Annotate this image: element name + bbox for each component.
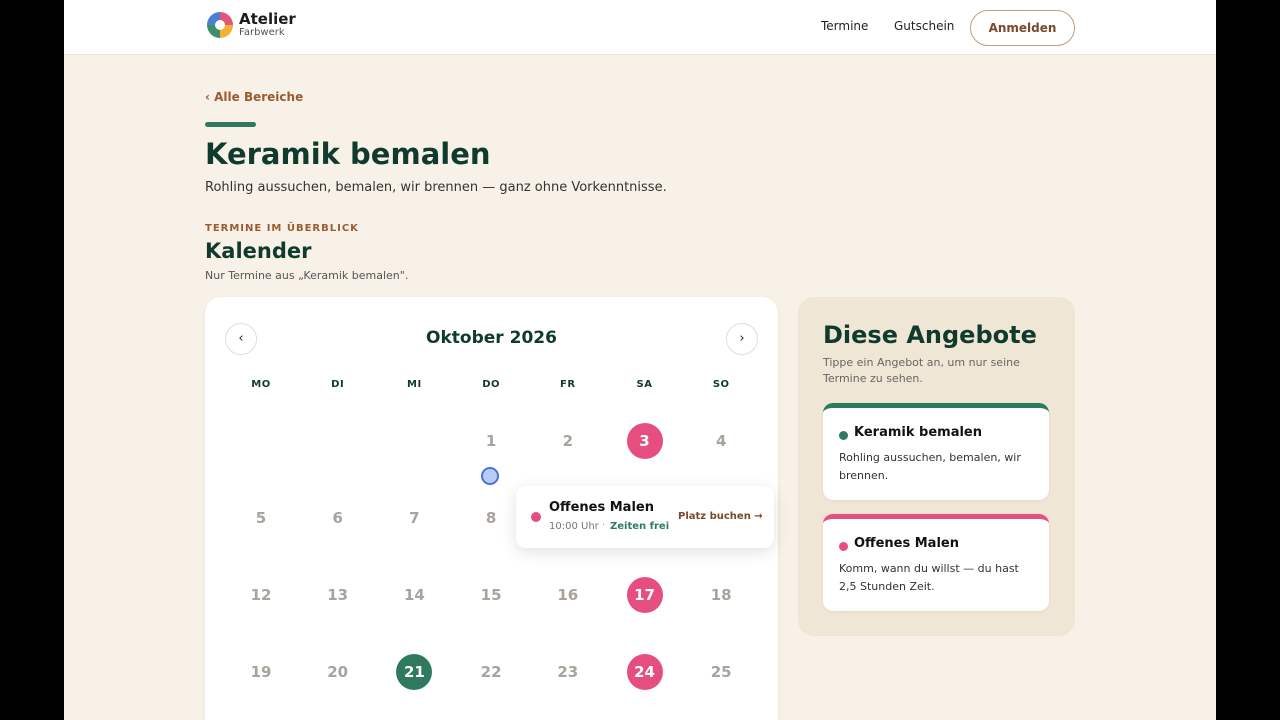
weekday-header: SO <box>712 379 730 390</box>
calendar-day: 13 <box>327 586 349 604</box>
weekday-header: SA <box>636 379 653 390</box>
calendar-day: 19 <box>250 663 272 681</box>
page: Atelier Farbwerk Termine Gutschein Anmel… <box>64 0 1216 720</box>
calendar-day: 6 <box>332 509 343 527</box>
calendar-day: 12 <box>250 586 272 604</box>
page-title: Keramik bemalen <box>205 137 491 171</box>
calendar-day-event[interactable]: 3 <box>626 423 663 459</box>
nav-gutschein-link[interactable]: Gutschein <box>894 19 954 33</box>
calendar-month-label: Oktober 2026 <box>426 328 557 348</box>
weekday-header: FR <box>560 379 576 390</box>
section-note: Nur Termine aus „Keramik bemalen". <box>205 269 409 282</box>
next-month-button[interactable]: › <box>726 323 758 355</box>
offer-color-dot <box>839 542 848 551</box>
calendar-day: 4 <box>715 432 727 450</box>
chevron-right-icon: › <box>739 331 745 346</box>
offers-panel: Diese Angebote Tippe ein Angebot an, um … <box>798 297 1075 636</box>
calendar-day-event[interactable]: 17 <box>626 577 663 613</box>
calendar-day: 5 <box>255 509 267 527</box>
section-eyebrow: TERMINE IM ÜBERBLICK <box>205 223 359 234</box>
calendar-day: 15 <box>480 586 502 604</box>
event-color-dot <box>531 512 541 522</box>
event-title: Offenes Malen <box>549 500 654 515</box>
page-lead: Rohling aussuchen, bemalen, wir brennen … <box>205 180 667 195</box>
weekday-header: DI <box>331 379 345 390</box>
title-accent-bar <box>205 122 256 127</box>
calendar-day: 23 <box>557 663 579 681</box>
event-time: 10:00 Uhr <box>549 521 599 532</box>
calendar-day-event[interactable]: 21 <box>396 654 433 690</box>
offer-name: Offenes Malen <box>854 536 959 551</box>
event-popup[interactable]: Offenes Malen 10:00 Uhr · Zeiten frei Pl… <box>516 486 774 548</box>
selected-day-indicator[interactable] <box>481 467 499 485</box>
calendar-day: 8 <box>485 509 497 527</box>
calendar-day: 25 <box>710 663 732 681</box>
calendar-day: 22 <box>480 663 502 681</box>
offer-description: Komm, wann du willst — du hast 2,5 Stund… <box>839 562 1019 593</box>
section-heading: Kalender <box>205 239 312 263</box>
weekday-header: MI <box>407 379 422 390</box>
calendar-day: 2 <box>562 432 574 450</box>
calendar-day: 1 <box>485 432 497 450</box>
book-spot-link[interactable]: Platz buchen → <box>678 511 763 522</box>
color-wheel-icon <box>207 12 233 38</box>
calendar-day: 18 <box>710 586 732 604</box>
brand-text: Atelier Farbwerk <box>239 12 296 38</box>
weekday-header: MO <box>251 379 271 390</box>
offers-title: Diese Angebote <box>823 321 1037 349</box>
offer-card-keramik[interactable]: Keramik bemalen Rohling aussuchen, bemal… <box>823 403 1049 500</box>
offer-card-offenes-malen[interactable]: Offenes Malen Komm, wann du willst — du … <box>823 514 1049 611</box>
calendar-day: 20 <box>327 663 349 681</box>
weekday-header: DO <box>482 379 500 390</box>
brand-title: Atelier <box>239 10 296 28</box>
back-to-all-areas-link[interactable]: ‹ Alle Bereiche <box>205 90 303 104</box>
calendar-day: 16 <box>557 586 579 604</box>
offer-color-dot <box>839 431 848 440</box>
offer-name: Keramik bemalen <box>854 425 982 440</box>
calendar-day-event[interactable]: 24 <box>626 654 663 690</box>
offers-subtitle: Tippe ein Angebot an, um nur seine Termi… <box>823 356 1020 385</box>
calendar-day: 7 <box>409 509 420 527</box>
brand-logo[interactable]: Atelier Farbwerk <box>207 12 296 38</box>
event-separator: · <box>602 520 606 531</box>
event-availability: Zeiten frei <box>610 521 670 532</box>
login-button[interactable]: Anmelden <box>970 10 1075 46</box>
brand-subtitle: Farbwerk <box>239 27 285 38</box>
offer-description: Rohling aussuchen, bemalen, wir brennen. <box>839 451 1021 482</box>
calendar-day: 14 <box>403 586 425 604</box>
site-header: Atelier Farbwerk Termine Gutschein Anmel… <box>64 0 1216 55</box>
nav-termine-link[interactable]: Termine <box>821 19 868 33</box>
